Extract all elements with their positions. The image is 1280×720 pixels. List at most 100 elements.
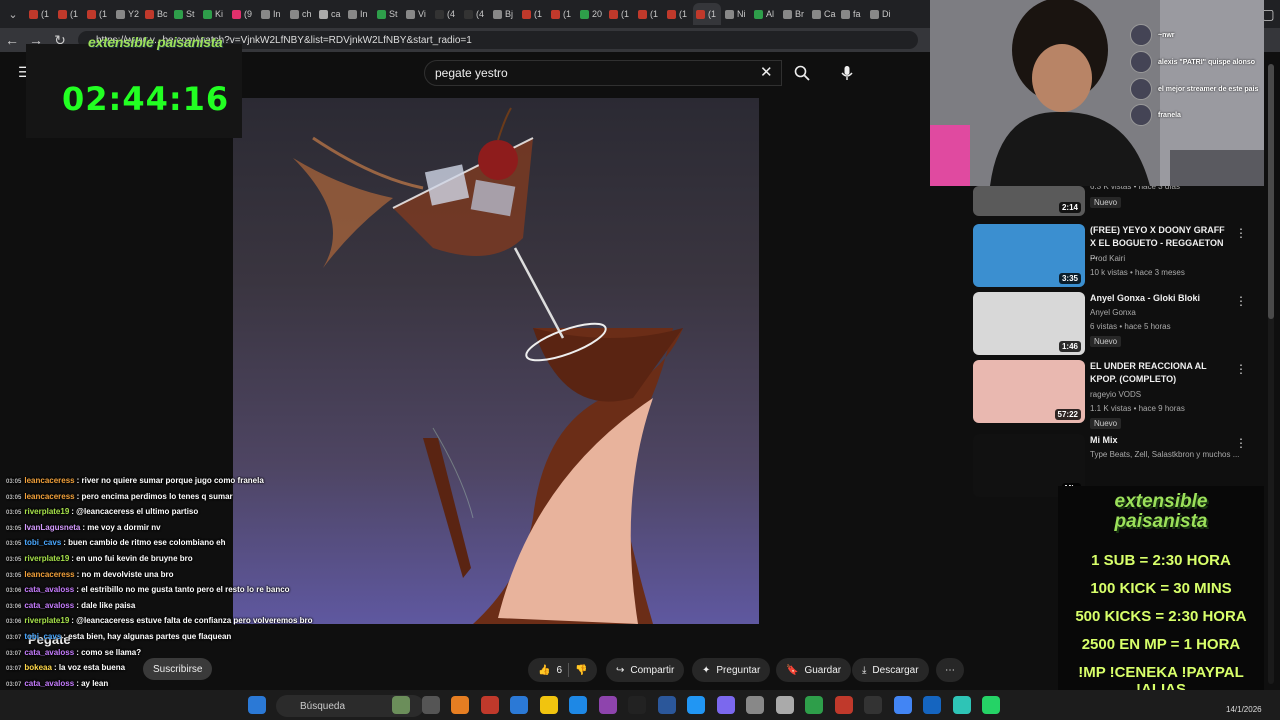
search-button[interactable]	[786, 60, 818, 86]
taskbar-app-icon[interactable]	[893, 696, 912, 714]
browser-tab[interactable]: (4	[461, 3, 489, 25]
taskbar-app-icon[interactable]	[539, 696, 558, 714]
taskbar-app-icon[interactable]	[598, 696, 617, 714]
channel-name[interactable]: Anyel Gonxa	[1090, 308, 1136, 317]
browser-tab[interactable]: St	[171, 3, 199, 25]
browser-tab[interactable]: In	[258, 3, 286, 25]
more-vertical-icon[interactable]: ⋮	[1235, 226, 1247, 240]
browser-tab[interactable]: (4	[432, 3, 460, 25]
browser-tab[interactable]: Ki	[200, 3, 228, 25]
video-title[interactable]: Mi Mix	[1090, 434, 1230, 447]
browser-tab[interactable]: St	[374, 3, 402, 25]
tab-title: Ni	[737, 9, 746, 19]
browser-tab[interactable]: ca	[316, 3, 344, 25]
browser-tab[interactable]: (9	[229, 3, 257, 25]
taskbar-app-icon[interactable]	[982, 696, 1000, 714]
like-dislike-group: 👍 6 👎	[528, 658, 598, 682]
taskbar-app-icon[interactable]	[834, 696, 853, 714]
scrollbar-thumb[interactable]	[1268, 64, 1274, 319]
tab-favicon-icon	[58, 9, 67, 19]
tab-favicon-icon	[145, 9, 154, 19]
tab-favicon-icon	[580, 9, 589, 19]
related-video[interactable]: 57:22 EL UNDER REACCIONA AL KPOP. (COMPLE…	[973, 360, 1263, 429]
chat-text: no m devolviste una bro	[81, 569, 174, 579]
browser-tab[interactable]: (1	[635, 3, 663, 25]
download-button[interactable]: ⤓ Descargar	[852, 658, 929, 682]
save-button[interactable]: 🔖 Guardar	[776, 658, 852, 682]
clear-search-icon[interactable]: ✕	[760, 63, 773, 81]
more-horizontal-icon: ⋯	[945, 664, 955, 676]
taskbar-search-placeholder: Búsqueda	[300, 700, 346, 712]
browser-tab[interactable]: Bc	[142, 3, 170, 25]
browser-tab[interactable]: Di	[867, 3, 895, 25]
tab-search-chevron-icon[interactable]: ⌄	[0, 0, 26, 28]
video-meta: 6 vistas • hace 5 horas	[1090, 322, 1171, 331]
chat-text: como se llama?	[81, 647, 142, 657]
more-vertical-icon[interactable]: ⋮	[1235, 362, 1247, 376]
browser-tab[interactable]: Al	[751, 3, 779, 25]
video-meta: 10 k vistas • hace 3 meses	[1090, 268, 1185, 277]
browser-tab[interactable]: Y2	[113, 3, 141, 25]
voice-search-button[interactable]	[834, 60, 860, 86]
browser-tab[interactable]: Ca	[809, 3, 837, 25]
search-input[interactable]: pegate yestro	[424, 60, 782, 86]
browser-tab[interactable]: ch	[287, 3, 315, 25]
related-video[interactable]: 1:46 Anyel Gonxa - Gloki Bloki Anyel Gonxa…	[973, 292, 1263, 358]
tab-favicon-icon	[406, 9, 415, 19]
browser-tab[interactable]: (1	[519, 3, 547, 25]
browser-tab[interactable]: Br	[780, 3, 808, 25]
taskbar-app-icon[interactable]	[451, 696, 469, 714]
taskbar-app-icon[interactable]	[952, 696, 971, 714]
page-scrollbar[interactable]	[1268, 64, 1274, 684]
ask-button[interactable]: ✦ Preguntar	[692, 658, 771, 682]
taskbar-app-icon[interactable]	[923, 696, 941, 714]
taskbar-app-icon[interactable]	[864, 696, 882, 714]
video-thumbnail[interactable]: 1:46	[973, 292, 1085, 355]
chat-text: el estribillo no me gusta tanto pero el …	[81, 585, 290, 595]
browser-tab[interactable]: Vi	[403, 3, 431, 25]
related-video[interactable]: 3:35 (FREE) YEYO X DOONY GRAFF X EL BOGUE…	[973, 224, 1263, 290]
browser-tab[interactable]: 20	[577, 3, 605, 25]
like-button[interactable]: 👍 6	[538, 665, 562, 676]
taskbar-app-icon[interactable]	[510, 696, 528, 714]
taskbar-app-icon[interactable]	[687, 696, 705, 714]
browser-tab[interactable]: In	[345, 3, 373, 25]
video-thumbnail[interactable]: 3:35	[973, 224, 1085, 287]
chat-text: @leancaceress el ultimo partiso	[76, 507, 199, 517]
taskbar-app-icon[interactable]	[746, 696, 764, 714]
taskbar-app-icon[interactable]	[628, 696, 646, 714]
browser-tab[interactable]: (1	[606, 3, 634, 25]
video-title[interactable]: Anyel Gonxa - Gloki Bloki	[1090, 292, 1230, 305]
taskbar-app-icon[interactable]	[775, 696, 794, 714]
browser-tab[interactable]: (1	[84, 3, 112, 25]
taskbar-app-icon[interactable]	[480, 696, 499, 714]
browser-tab[interactable]: fa	[838, 3, 866, 25]
browser-tab[interactable]: (1	[548, 3, 576, 25]
taskbar-app-icon[interactable]	[392, 696, 410, 714]
channel-name[interactable]: rageyio VODS	[1090, 390, 1141, 399]
more-vertical-icon[interactable]: ⋮	[1235, 294, 1247, 308]
taskbar-app-icon[interactable]	[805, 696, 823, 714]
start-icon[interactable]	[248, 696, 266, 714]
browser-tab[interactable]: (1	[55, 3, 83, 25]
video-thumbnail[interactable]: 2:14	[973, 186, 1085, 216]
share-button[interactable]: ↪ Compartir	[606, 658, 685, 682]
channel-name[interactable]: Type Beats, Zell, Salastkbron y muchos .…	[1090, 450, 1239, 459]
back-arrow-icon[interactable]: ←	[0, 28, 24, 52]
dislike-button[interactable]: 👎	[575, 665, 587, 676]
taskbar-app-icon[interactable]	[716, 696, 735, 714]
browser-tab[interactable]: (1	[664, 3, 692, 25]
browser-tab[interactable]: (1	[26, 3, 54, 25]
taskbar-app-icon[interactable]	[657, 696, 676, 714]
browser-tab[interactable]: Ni	[722, 3, 750, 25]
browser-tab[interactable]: Bj	[490, 3, 518, 25]
taskbar-app-icon[interactable]	[421, 696, 440, 714]
more-vertical-icon[interactable]: ⋮	[1235, 436, 1247, 450]
channel-name[interactable]: Prod Kairi	[1090, 254, 1125, 263]
chat-time: 03:05	[6, 557, 22, 563]
taskbar-app-icon[interactable]	[569, 696, 587, 714]
more-actions-button[interactable]: ⋯	[936, 658, 964, 682]
browser-tab[interactable]: (1	[693, 3, 721, 25]
video-thumbnail[interactable]: 57:22	[973, 360, 1085, 423]
video-title[interactable]: EL UNDER REACCIONA AL KPOP. (COMPLETO)	[1090, 360, 1230, 386]
